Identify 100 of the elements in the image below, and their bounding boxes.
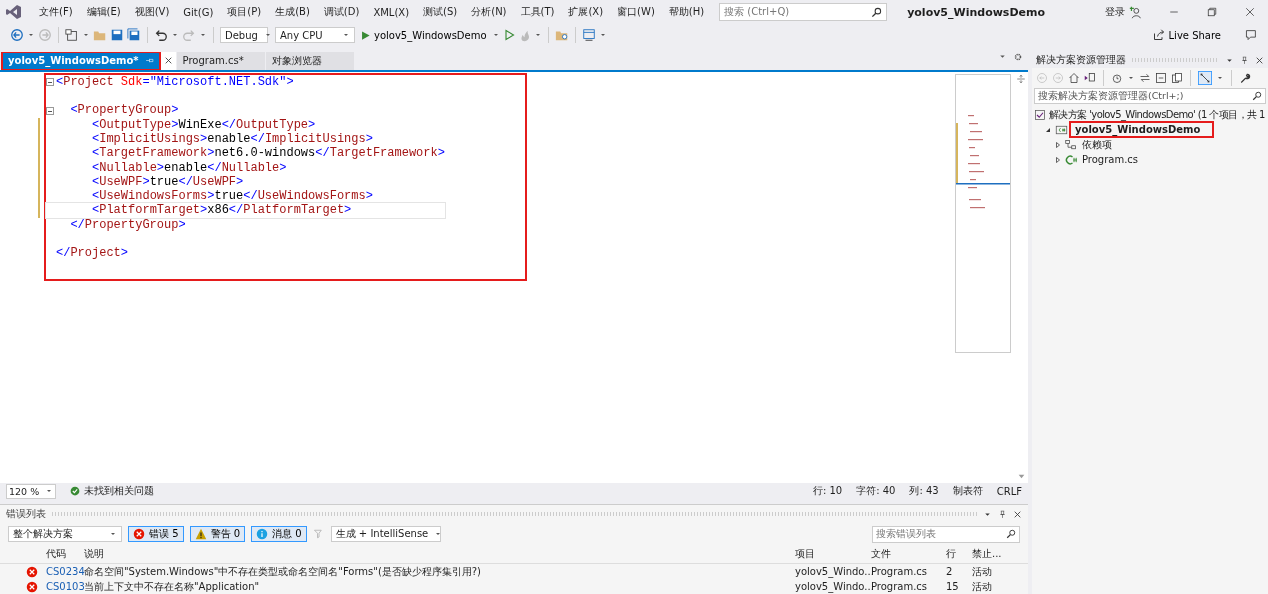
menu-item[interactable]: 项目(P) — [220, 5, 269, 19]
menu-item[interactable]: 扩展(X) — [561, 5, 611, 19]
sign-in-link[interactable]: 登录 — [1105, 5, 1125, 19]
table-cell-text: 15 — [945, 581, 960, 592]
dropdown-caret-icon[interactable] — [109, 530, 117, 538]
column-header[interactable]: 禁止... — [970, 547, 1020, 561]
menu-item[interactable]: 调试(D) — [316, 5, 367, 19]
source-dropdown[interactable]: 生成 + IntelliSense — [330, 526, 441, 542]
undo-icon[interactable] — [154, 28, 168, 42]
dropdown-caret-icon[interactable] — [998, 52, 1007, 61]
filter-toggle[interactable]: 错误 5 — [128, 526, 184, 542]
table-cell-text: 活动 — [971, 564, 993, 579]
column-header[interactable]: 文件 — [869, 547, 944, 561]
history-icon[interactable] — [1111, 72, 1123, 84]
document-tab[interactable]: Program.cs* — [176, 52, 265, 70]
collapse-icon[interactable] — [46, 106, 54, 115]
document-tab[interactable]: 对象浏览器 — [265, 52, 354, 70]
copy-icon[interactable] — [1171, 72, 1183, 84]
dropdown-caret-icon[interactable] — [199, 31, 207, 39]
column-header[interactable]: 行 — [944, 547, 970, 561]
save-all-icon[interactable] — [127, 28, 141, 42]
restore-icon[interactable] — [1206, 6, 1218, 18]
person-plus-icon[interactable] — [1129, 5, 1142, 19]
code-line: <ImplicitUsings>enable</ImplicitUsings> — [91, 131, 373, 147]
document-tab[interactable]: yolov5_WindowsDemo* — [2, 52, 160, 70]
warning-icon — [194, 528, 207, 540]
collapsed-arrow-icon[interactable] — [1054, 140, 1062, 149]
tree-item[interactable]: Program.cs — [1080, 154, 1141, 165]
project-icon — [1055, 123, 1068, 136]
search-field[interactable]: 搜索错误列表 — [872, 525, 1020, 543]
column-header[interactable]: 代码 — [44, 547, 82, 561]
check-circle-icon — [70, 486, 80, 497]
error-icon — [133, 528, 145, 540]
close-icon[interactable] — [1013, 509, 1022, 519]
column-header[interactable]: 说明 — [82, 547, 793, 561]
back-icon[interactable] — [10, 28, 24, 42]
line-ending[interactable]: CRLF — [996, 485, 1022, 497]
split-icon[interactable] — [1016, 73, 1026, 84]
collapse-icon[interactable] — [46, 77, 54, 86]
menu-item[interactable]: XML(X) — [366, 6, 417, 18]
platform-dropdown[interactable]: Any CPU — [275, 27, 355, 43]
new-item-icon[interactable] — [65, 28, 79, 42]
menu-item[interactable]: 帮助(H) — [661, 5, 712, 19]
column-indicator: 列: 43 — [909, 484, 939, 499]
column-header[interactable]: 项目 — [793, 547, 869, 561]
code-line: <TargetFramework>net6.0-windows</TargetFramework> — [91, 146, 445, 161]
collapsed-arrow-icon[interactable] — [1054, 155, 1062, 164]
panel-title: 解决方案资源管理器 — [1036, 53, 1126, 67]
tree-item[interactable]: 依赖项 — [1080, 137, 1114, 152]
collapse-all-icon[interactable] — [1155, 72, 1167, 84]
menu-item[interactable]: 窗口(W) — [610, 5, 662, 19]
search-field[interactable]: 搜索 (Ctrl+Q) — [719, 3, 888, 21]
pin-icon[interactable] — [1240, 55, 1249, 65]
scope-dropdown[interactable]: 整个解决方案 — [8, 526, 122, 542]
dropdown-caret-icon[interactable] — [27, 31, 35, 39]
close-icon[interactable] — [1255, 55, 1264, 65]
share-icon — [1152, 29, 1165, 41]
search-field[interactable]: 搜索解决方案资源管理器(Ctrl+;) — [1034, 88, 1266, 104]
dropdown-caret-icon[interactable] — [342, 31, 350, 39]
indent-mode[interactable]: 制表符 — [952, 484, 983, 499]
close-icon[interactable] — [163, 56, 173, 66]
dropdown-caret-icon[interactable] — [1127, 74, 1135, 82]
feedback-icon[interactable] — [1244, 28, 1257, 42]
search-icon — [1252, 91, 1262, 101]
menu-item[interactable]: 生成(B) — [268, 5, 317, 19]
home-icon[interactable] — [1068, 72, 1080, 84]
dropdown-caret-icon[interactable] — [171, 31, 179, 39]
settings-icon[interactable] — [1013, 52, 1023, 62]
code-line: <PlatformTarget>x86</PlatformTarget> — [91, 203, 352, 218]
tree-item[interactable]: yolov5_WindowsDemo — [1071, 123, 1213, 136]
filter-toggle[interactable]: 警告 0 — [189, 526, 246, 542]
sync-icon[interactable] — [1139, 72, 1151, 84]
dropdown-caret-icon[interactable] — [434, 530, 443, 538]
live-share-button[interactable]: Live Share — [1146, 28, 1227, 42]
solution-icon — [1034, 108, 1046, 121]
pin-icon[interactable] — [998, 509, 1007, 519]
menu-item[interactable]: 工具(T) — [513, 5, 562, 19]
menu-item[interactable]: 视图(V) — [127, 5, 177, 19]
configuration-dropdown[interactable]: Debug — [220, 27, 268, 43]
menu-item[interactable]: Git(G) — [176, 6, 221, 18]
menu-item[interactable]: 分析(N) — [464, 5, 514, 19]
issues-status[interactable]: 未找到相关问题 — [84, 484, 154, 499]
switch-views-icon[interactable] — [1084, 72, 1096, 84]
code-line: <Project Sdk="Microsoft.NET.Sdk"> — [56, 74, 294, 90]
tree-item[interactable]: 解决方案 'yolov5_WindowsDemo' (1 个项目，共 1 — [1049, 107, 1265, 122]
play-outline-icon[interactable] — [502, 29, 515, 41]
dropdown-caret-icon[interactable] — [1216, 74, 1224, 82]
menu-item[interactable]: 编辑(E) — [79, 5, 128, 19]
save-icon[interactable] — [110, 28, 124, 42]
close-icon[interactable] — [1244, 6, 1256, 18]
dropdown-caret-icon[interactable] — [82, 31, 90, 39]
window-layout-icon[interactable] — [581, 28, 596, 42]
error-code-link[interactable]: CS0103 — [44, 581, 82, 592]
menu-item[interactable]: 测试(S) — [416, 5, 465, 19]
filter-toggle[interactable]: 消息 0 — [251, 526, 307, 542]
wrench-icon[interactable] — [1239, 72, 1251, 84]
zoom-dropdown[interactable]: 120 % — [6, 483, 56, 499]
menu-item[interactable]: 文件(F) — [32, 5, 80, 19]
play-icon — [360, 29, 371, 41]
run-button[interactable]: yolov5_WindowsDemo — [358, 29, 489, 41]
